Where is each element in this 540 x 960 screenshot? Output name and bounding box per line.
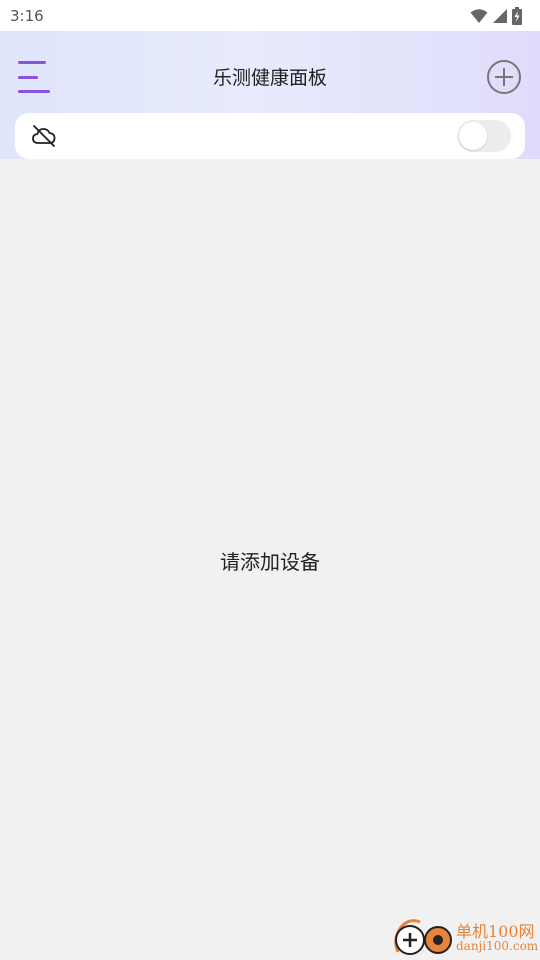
watermark-logo-icon: [394, 919, 452, 955]
empty-state-message: 请添加设备: [220, 550, 320, 574]
status-bar: 3:16: [0, 0, 540, 31]
status-icons: [470, 6, 522, 25]
status-time: 3:16: [10, 6, 44, 25]
app-screen: 3:16 乐测健康面板 请添加设备 单机100网 danji100.com: [0, 0, 540, 960]
site-watermark: 单机100网 danji100.com: [390, 916, 540, 960]
cloud-sync-bar: [15, 113, 525, 159]
watermark-url: danji100.com: [456, 939, 539, 954]
cellular-signal-icon: [493, 8, 507, 23]
add-device-button[interactable]: [486, 59, 522, 95]
app-header: 乐测健康面板: [0, 31, 540, 159]
watermark-text: 单机100网 danji100.com: [456, 923, 538, 954]
menu-icon-line: [18, 90, 50, 93]
cloud-off-icon: [32, 125, 56, 147]
wifi-icon: [470, 8, 488, 23]
toggle-knob: [459, 122, 487, 150]
battery-icon: [512, 6, 522, 25]
page-title: 乐测健康面板: [212, 67, 327, 89]
watermark-title: 单机100网: [456, 921, 535, 941]
cloud-sync-toggle[interactable]: [457, 120, 511, 152]
